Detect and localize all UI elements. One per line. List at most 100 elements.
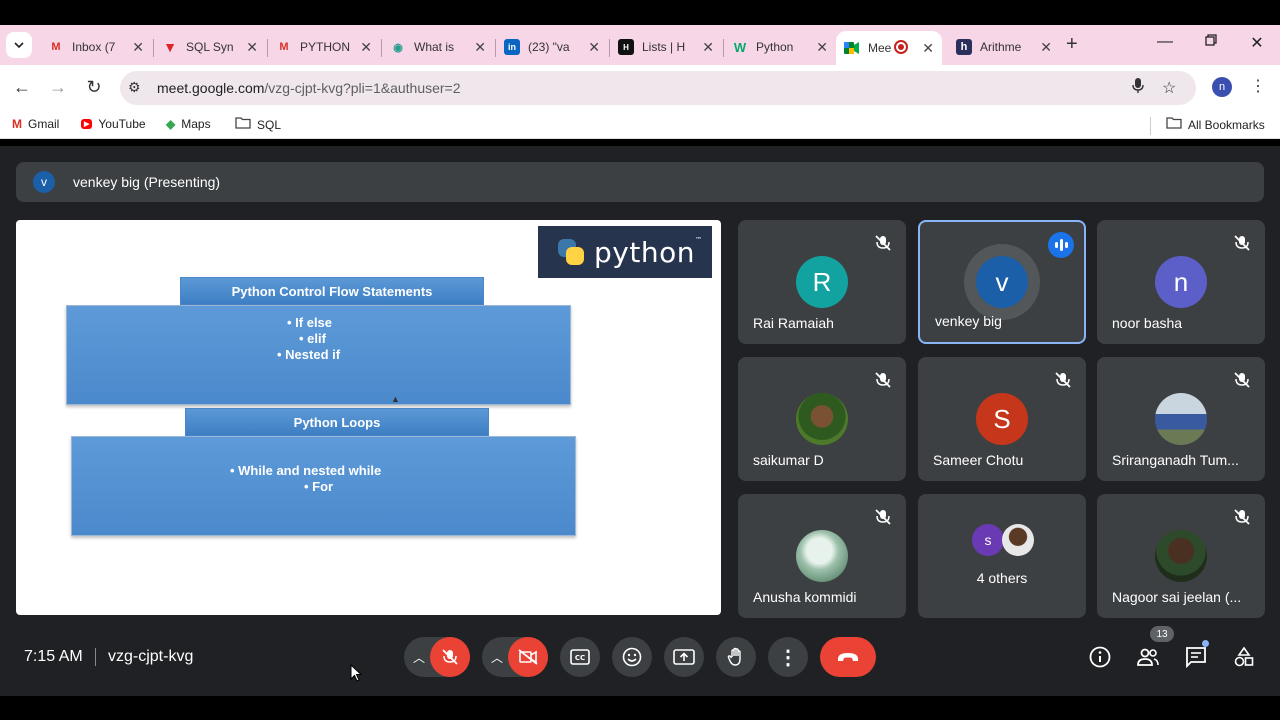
h-logo-icon: h — [956, 39, 972, 55]
mic-off-icon — [875, 235, 891, 251]
presenter-avatar: v — [33, 171, 55, 193]
camera-toggle-button[interactable] — [508, 637, 548, 677]
star-icon[interactable]: ☆ — [1162, 78, 1176, 98]
profile-avatar[interactable]: n — [1212, 77, 1232, 97]
more-options-icon[interactable]: ⋮ — [1250, 76, 1266, 96]
chat-button[interactable] — [1183, 644, 1209, 670]
tab-arithmetic[interactable]: h Arithme ✕ — [948, 31, 1060, 63]
participant-avatar: n — [1155, 256, 1207, 308]
bookmark-label: YouTube — [98, 117, 146, 131]
present-screen-button[interactable] — [664, 637, 704, 677]
meeting-code: vzg-cjpt-kvg — [108, 648, 194, 665]
section-box-loops: • While and nested while • For — [71, 436, 576, 536]
address-toolbar: ← → ↻ ⚙ meet.google.com/vzg-cjpt-kvg?pli… — [0, 65, 1280, 111]
camera-off-icon — [518, 649, 538, 665]
close-icon[interactable]: ✕ — [702, 39, 714, 56]
tab-meet-active[interactable]: Mee ✕ — [836, 31, 942, 65]
tab-sql-syntax[interactable]: ▼ SQL Syn ✕ — [154, 31, 266, 63]
linkedin-icon: in — [504, 39, 520, 55]
microphone-toggle-button[interactable] — [430, 637, 470, 677]
close-icon[interactable]: ✕ — [360, 39, 372, 56]
participant-avatar: v — [976, 256, 1028, 308]
close-icon[interactable]: ✕ — [588, 39, 600, 56]
bookmarks-bar: M Gmail ▶ YouTube ◆ Maps SQL All Bookmarks — [0, 111, 1280, 139]
participant-name: Nagoor sai jeelan (... — [1112, 589, 1242, 605]
restore-button[interactable] — [1196, 33, 1226, 51]
bookmark-sql-folder[interactable]: SQL — [235, 117, 281, 132]
participant-tile-speaking[interactable]: v venkey big — [918, 220, 1086, 344]
close-icon[interactable]: ✕ — [246, 39, 258, 56]
url-host: meet.google.com — [157, 80, 265, 96]
participant-tile[interactable]: R Rai Ramaiah — [738, 220, 906, 344]
tab-lists[interactable]: H Lists | H ✕ — [610, 31, 722, 63]
close-icon[interactable]: ✕ — [816, 39, 828, 56]
presenting-label: venkey big (Presenting) — [73, 174, 221, 190]
mic-off-icon — [1234, 372, 1250, 388]
tab-python-mail[interactable]: M PYTHON ✕ — [268, 31, 380, 63]
section-title-loops: Python Loops — [185, 408, 489, 436]
participant-tile[interactable]: Nagoor sai jeelan (... — [1097, 494, 1265, 618]
svg-text:CC: CC — [575, 654, 585, 662]
tab-gmail-inbox[interactable]: M Inbox (7 ✕ — [40, 31, 152, 63]
screen: M Inbox (7 ✕ ▼ SQL Syn ✕ M PYTHON ✕ ◉ Wh… — [0, 0, 1280, 720]
close-icon[interactable]: ✕ — [922, 40, 934, 57]
forward-button[interactable]: → — [46, 77, 70, 98]
participant-name: noor basha — [1112, 315, 1183, 331]
captions-button[interactable]: CC — [560, 637, 600, 677]
shared-screen-slide: python™ Python Control Flow Statements •… — [16, 220, 721, 615]
close-icon[interactable]: ✕ — [132, 39, 144, 56]
tab-what-is[interactable]: ◉ What is ✕ — [382, 31, 494, 63]
participant-photo — [796, 393, 848, 445]
mic-off-icon — [1234, 235, 1250, 251]
participant-tile[interactable]: n noor basha — [1097, 220, 1265, 344]
participant-name: Rai Ramaiah — [753, 315, 834, 331]
minimize-button[interactable]: — — [1150, 33, 1180, 51]
participant-avatar: R — [796, 256, 848, 308]
activities-shapes-icon — [1234, 646, 1254, 667]
participant-tile[interactable]: Anusha kommidi — [738, 494, 906, 618]
reactions-button[interactable] — [612, 637, 652, 677]
others-tile[interactable]: s 4 others — [918, 494, 1086, 618]
reload-button[interactable]: ↻ — [82, 77, 106, 98]
activities-button[interactable] — [1231, 644, 1257, 670]
meet-stage: v venkey big (Presenting) python™ Python… — [0, 146, 1280, 696]
close-icon[interactable]: ✕ — [1040, 39, 1052, 56]
microphone-icon[interactable] — [1132, 78, 1144, 99]
slide-bullet: • If else — [287, 315, 333, 330]
bookmark-youtube[interactable]: ▶ YouTube — [81, 117, 146, 131]
camera-options-chevron-up-icon[interactable]: ︿ — [491, 649, 503, 666]
raise-hand-button[interactable] — [716, 637, 756, 677]
slide-bullet: • While and nested while — [230, 463, 382, 478]
close-icon[interactable]: ✕ — [474, 39, 486, 56]
address-bar[interactable]: ⚙ meet.google.com/vzg-cjpt-kvg?pli=1&aut… — [120, 71, 1196, 105]
slide-bullet: • Nested if — [277, 347, 341, 362]
youtube-icon: ▶ — [81, 119, 93, 129]
tab-search-button[interactable] — [6, 32, 32, 58]
meeting-details-button[interactable] — [1087, 644, 1113, 670]
bookmark-maps[interactable]: ◆ Maps — [166, 117, 211, 131]
bookmark-gmail[interactable]: M Gmail — [12, 117, 59, 131]
new-tab-button[interactable]: + — [1066, 33, 1086, 57]
slide-bullet: • elif — [299, 331, 326, 346]
section-box-control-flow: • If else • elif • Nested if — [66, 305, 571, 405]
participant-tile[interactable]: S Sameer Chotu — [918, 357, 1086, 481]
back-button[interactable]: ← — [10, 77, 34, 98]
participant-name: venkey big — [935, 313, 1002, 329]
restore-icon — [1205, 34, 1217, 46]
all-bookmarks-button[interactable]: All Bookmarks — [1166, 117, 1265, 132]
more-options-button[interactable]: ⋮ — [768, 637, 808, 677]
participant-tile[interactable]: Sriranganadh Tum... — [1097, 357, 1265, 481]
tab-linkedin[interactable]: in (23) "va ✕ — [496, 31, 608, 63]
mic-options-chevron-up-icon[interactable]: ︿ — [413, 649, 425, 666]
leave-call-button[interactable] — [820, 637, 876, 677]
people-button[interactable] — [1135, 644, 1161, 670]
v-logo-icon: ▼ — [163, 39, 177, 55]
participant-tile[interactable]: saikumar D — [738, 357, 906, 481]
tab-python-w3[interactable]: W Python ✕ — [724, 31, 836, 63]
site-settings-icon[interactable]: ⚙ — [128, 79, 141, 96]
mic-off-icon — [1055, 372, 1071, 388]
others-count: 4 others — [976, 570, 1028, 586]
tab-strip: M Inbox (7 ✕ ▼ SQL Syn ✕ M PYTHON ✕ ◉ Wh… — [0, 25, 1280, 65]
presenting-banner: v venkey big (Presenting) — [16, 162, 1264, 202]
close-window-button[interactable]: ✕ — [1242, 33, 1272, 53]
